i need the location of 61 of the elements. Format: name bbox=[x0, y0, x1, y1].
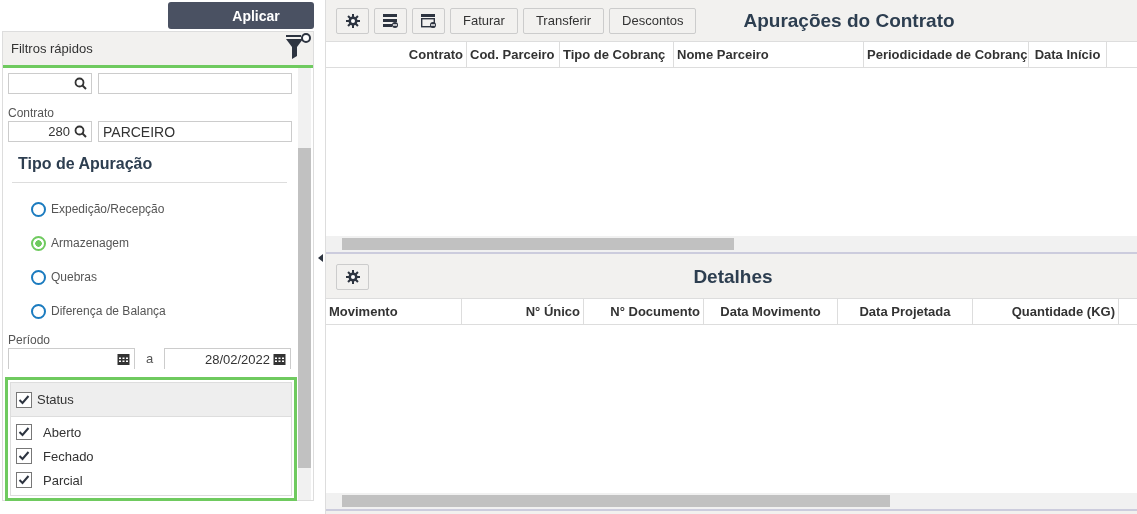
column-header[interactable]: Data Início bbox=[1029, 42, 1107, 67]
apply-button[interactable]: Aplicar bbox=[168, 2, 314, 29]
description-field[interactable] bbox=[98, 73, 292, 94]
checked-checkbox[interactable] bbox=[16, 424, 32, 440]
panel-title: Filtros rápidos bbox=[11, 41, 93, 56]
field-label: Contrato bbox=[8, 106, 56, 120]
radio-button[interactable] bbox=[31, 303, 46, 319]
card-minus-icon bbox=[421, 13, 436, 28]
column-header[interactable]: Cod. Parceiro bbox=[467, 42, 560, 67]
radio-label: Quebras bbox=[51, 270, 98, 284]
calendar-icon[interactable] bbox=[117, 352, 130, 366]
vertical-scrollbar[interactable] bbox=[298, 68, 311, 500]
horizontal-scrollbar[interactable] bbox=[326, 236, 1137, 254]
checkbox-label: Status bbox=[37, 392, 74, 407]
search-icon[interactable] bbox=[74, 125, 87, 138]
checked-checkbox[interactable] bbox=[16, 472, 32, 488]
radio-button[interactable] bbox=[31, 269, 46, 285]
toolbar-button[interactable]: Transferir bbox=[522, 7, 605, 34]
checkbox-label: Parcial bbox=[43, 472, 83, 488]
radio-label: Diferença de Balança bbox=[51, 304, 166, 318]
section-title: Detalhes bbox=[692, 266, 774, 288]
code-field[interactable] bbox=[8, 73, 92, 94]
checked-checkbox[interactable] bbox=[16, 448, 32, 464]
search-icon[interactable] bbox=[74, 77, 87, 90]
calendar-icon[interactable] bbox=[273, 352, 286, 366]
column-header[interactable]: Nome Parceiro bbox=[674, 42, 864, 67]
radio-button[interactable] bbox=[31, 235, 46, 251]
description-field[interactable]: PARCEIRO bbox=[98, 121, 292, 142]
horizontal-scrollbar[interactable] bbox=[326, 493, 1137, 511]
settings-button[interactable] bbox=[336, 7, 369, 34]
code-field[interactable]: 280 bbox=[8, 121, 92, 142]
radio-button[interactable] bbox=[31, 201, 46, 217]
column-header[interactable]: N° Único bbox=[462, 299, 584, 324]
section-title: Apurações do Contrato bbox=[743, 9, 955, 32]
list-minus-icon bbox=[383, 13, 398, 28]
settings-button[interactable] bbox=[336, 264, 369, 290]
checkbox-label: Fechado bbox=[43, 448, 94, 464]
range-separator: a bbox=[144, 351, 155, 366]
radio-label: Armazenagem bbox=[51, 236, 130, 250]
column-header[interactable]: Data Movimento bbox=[704, 299, 838, 324]
checkbox-label: Aberto bbox=[43, 424, 82, 440]
column-header[interactable]: Contrato bbox=[326, 42, 467, 67]
section-title: Tipo de Apuração bbox=[18, 155, 154, 173]
date-field[interactable] bbox=[8, 348, 135, 369]
toolbar-button[interactable]: Descontos bbox=[609, 7, 697, 34]
settings-icon bbox=[345, 13, 360, 28]
toolbar-button[interactable] bbox=[412, 7, 445, 34]
checked-checkbox[interactable] bbox=[16, 391, 32, 408]
column-header[interactable]: Data Projetada bbox=[838, 299, 973, 324]
column-header[interactable]: Movimento bbox=[326, 299, 462, 324]
toolbar-button[interactable] bbox=[374, 7, 407, 34]
clear-filter-icon[interactable] bbox=[285, 32, 311, 61]
settings-icon bbox=[345, 270, 360, 284]
field-label: Período bbox=[8, 333, 52, 347]
toolbar-button[interactable]: Faturar bbox=[450, 7, 518, 34]
column-header[interactable]: Tipo de Cobranç bbox=[560, 42, 674, 67]
column-header[interactable]: Periodicidade de Cobranç bbox=[864, 42, 1029, 67]
column-header[interactable]: N° Documento bbox=[584, 299, 704, 324]
radio-label: Expedição/Recepção bbox=[51, 202, 165, 216]
date-field[interactable]: 28/02/2022 bbox=[164, 348, 291, 369]
column-header[interactable]: Quantidade (KG) bbox=[973, 299, 1119, 324]
